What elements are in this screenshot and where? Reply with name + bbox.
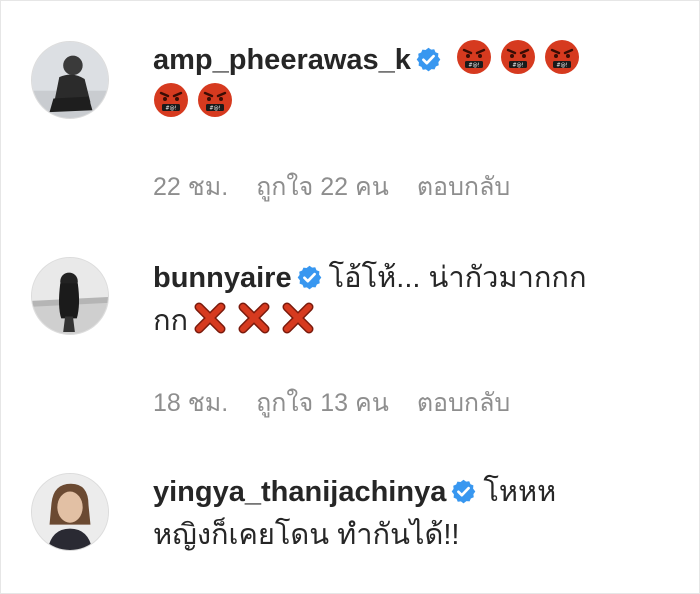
verified-badge-icon xyxy=(450,478,477,505)
comment-username[interactable]: bunnyaire xyxy=(153,262,292,294)
cursing-face-icon: #@! xyxy=(500,39,536,75)
cursing-face-icon: #@! xyxy=(153,82,189,118)
comment-timestamp: 22 ชม. xyxy=(153,173,229,201)
comment-timestamp: 18 ชม. xyxy=(153,389,229,417)
reply-button[interactable]: ตอบกลับ xyxy=(417,173,510,201)
comment-text: โอ้โห้... น่ากัวมากกก xyxy=(328,262,587,294)
avatar-photo-woman-icon xyxy=(32,258,108,334)
cursing-face-icon: #@! xyxy=(544,39,580,75)
svg-text:#@!: #@! xyxy=(165,106,176,112)
comment-username[interactable]: yingya_thanijachinya xyxy=(153,476,446,508)
svg-text:#@!: #@! xyxy=(556,63,567,69)
cross-mark-icon xyxy=(236,300,272,336)
comment-text-continued: กก xyxy=(153,305,189,337)
reply-button[interactable]: ตอบกลับ xyxy=(417,389,510,417)
avatar-photo-man-icon xyxy=(32,42,108,118)
comment-likes-link[interactable]: ถูกใจ 22 คน xyxy=(256,173,389,201)
cursing-face-icon: #@! xyxy=(456,39,492,75)
verified-badge-icon xyxy=(415,46,442,73)
svg-text:#@!: #@! xyxy=(209,106,220,112)
svg-text:#@!: #@! xyxy=(468,63,479,69)
cross-mark-icon xyxy=(192,300,228,336)
comment-text-continued: หญิงก็เคยโดน ทำกันได้!! xyxy=(153,519,460,551)
comments-panel: amp_pheerawas_k #@! #@! #@! #@! #@! 22 ชม. ถ… xyxy=(0,0,700,594)
cross-mark-icon xyxy=(280,300,316,336)
comment-text: โหหห xyxy=(483,476,557,508)
avatar[interactable] xyxy=(31,473,109,551)
comment-likes-link[interactable]: ถูกใจ 13 คน xyxy=(256,389,389,417)
avatar-photo-woman-icon xyxy=(32,474,108,550)
comment-username[interactable]: amp_pheerawas_k xyxy=(153,44,411,76)
svg-text:#@!: #@! xyxy=(512,63,523,69)
cursing-face-icon: #@! xyxy=(197,82,233,118)
avatar[interactable] xyxy=(31,41,109,119)
verified-badge-icon xyxy=(296,264,323,291)
avatar[interactable] xyxy=(31,257,109,335)
